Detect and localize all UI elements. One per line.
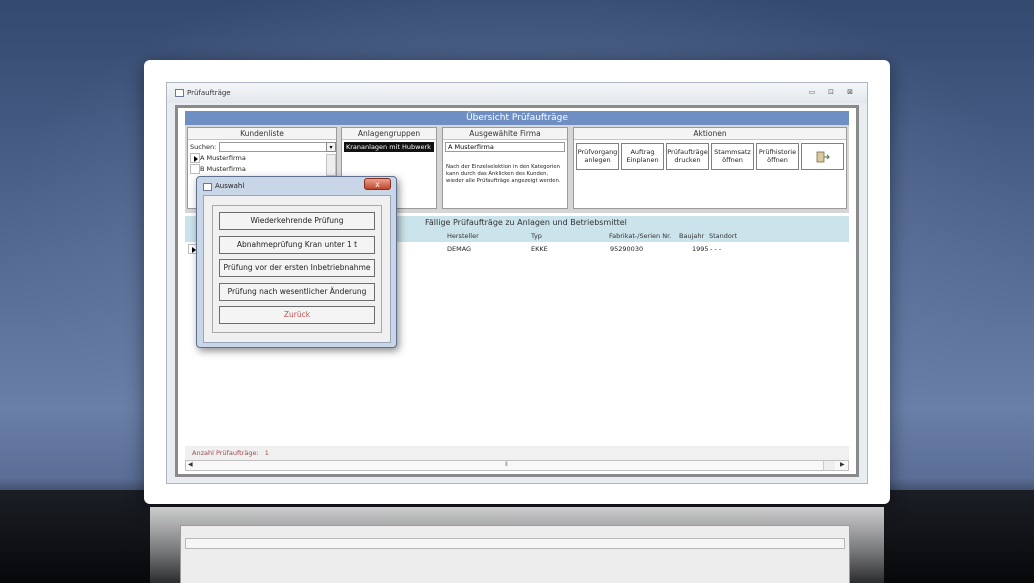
button-label: Prüfaufträge	[667, 148, 708, 156]
column-hersteller: Hersteller	[447, 232, 479, 240]
anlagengruppen-header: Anlagengruppen	[342, 128, 436, 140]
cell-baujahr: 1995	[692, 245, 709, 253]
list-item[interactable]: B Musterfirma	[200, 164, 330, 174]
pruefhistorie-oeffnen-button[interactable]: Prüfhistorie öffnen	[756, 143, 799, 170]
button-label: öffnen	[767, 156, 788, 164]
button-label: Stammsatz	[714, 148, 751, 156]
dialog-body: Wiederkehrende Prüfung Abnahmeprüfung Kr…	[203, 195, 391, 343]
aktionen-panel: Aktionen Prüfvorgang anlegen Auftrag Einpl…	[573, 127, 847, 209]
auswahl-dialog: Auswahl x Wiederkehrende Prüfung Abnahme…	[196, 176, 397, 348]
auftrag-einplanen-button[interactable]: Auftrag Einplanen	[621, 143, 664, 170]
horizontal-scrollbar[interactable]: ◀ ⦀ ▶	[185, 460, 849, 471]
record-pointer-icon	[194, 156, 198, 162]
cell-hersteller: DEMAG	[447, 245, 472, 253]
cell-typ: EKKE	[531, 245, 548, 253]
button-label: Einplanen	[626, 156, 659, 164]
restore-icon[interactable]: ⊡	[826, 88, 836, 96]
window-titlebar: Prüfaufträge ▭ ⊡ ⊠	[167, 83, 867, 103]
anlagengruppe-selected[interactable]: Krananlagen mit Hubwerk	[344, 142, 434, 152]
pruefung-nach-aenderung-button[interactable]: Prüfung nach wesentlicher Änderung	[219, 283, 375, 301]
scroll-right-icon[interactable]: ▶	[840, 461, 845, 468]
scroll-thumb-icon[interactable]: ⦀	[505, 461, 508, 469]
list-scrollbar[interactable]	[326, 154, 336, 176]
aktionen-header: Aktionen	[574, 128, 846, 140]
firma-hint: Nach der Einzelselektion in den Kategori…	[446, 164, 561, 184]
button-label: drucken	[674, 156, 701, 164]
dialog-form-icon	[203, 183, 212, 191]
kundenliste-header: Kundenliste	[188, 128, 336, 140]
reflection-window	[180, 525, 850, 583]
abnahmepruefung-button[interactable]: Abnahmeprüfung Kran unter 1 t	[219, 236, 375, 254]
form-icon	[175, 89, 184, 97]
search-label: Suchen:	[190, 143, 217, 151]
scroll-end-area	[823, 461, 835, 470]
scroll-left-icon[interactable]: ◀	[188, 461, 193, 468]
dialog-close-button[interactable]: x	[364, 178, 391, 190]
column-baujahr: Baujahr	[679, 232, 705, 240]
form-title: Übersicht Prüfaufträge	[185, 111, 849, 125]
search-input[interactable]	[219, 142, 329, 152]
button-label: Prüfvorgang	[577, 148, 618, 156]
wiederkehrende-pruefung-button[interactable]: Wiederkehrende Prüfung	[219, 212, 375, 230]
row-selector[interactable]	[190, 164, 200, 174]
list-item[interactable]: A Musterfirma	[200, 153, 330, 163]
cell-fabrikat: 95290030	[610, 245, 644, 253]
exit-door-button[interactable]	[801, 143, 844, 170]
pruefvorgang-anlegen-button[interactable]: Prüfvorgang anlegen	[576, 143, 619, 170]
ausgewaehlte-firma-header: Ausgewählte Firma	[443, 128, 567, 140]
row-selector[interactable]	[190, 153, 200, 163]
cell-standort: - - -	[710, 245, 722, 253]
footer-count: Anzahl Prüfaufträge: 1	[185, 446, 849, 460]
close-icon[interactable]: ⊠	[845, 88, 855, 96]
column-typ: Typ	[531, 232, 542, 240]
faellige-title: Fällige Prüfaufträge zu Anlagen und Betr…	[425, 218, 627, 227]
dialog-title: Auswahl	[215, 182, 245, 190]
reflection-scrollbar	[185, 538, 845, 549]
button-label: Auftrag	[630, 148, 655, 156]
column-fabrikat: Fabrikat-/Serien Nr.	[609, 232, 672, 240]
pruefauftraege-drucken-button[interactable]: Prüfaufträge drucken	[666, 143, 709, 170]
zurueck-button[interactable]: Zurück	[219, 306, 375, 324]
minimize-icon[interactable]: ▭	[807, 88, 817, 96]
dropdown-arrow-icon[interactable]: ▾	[326, 142, 336, 152]
stammsatz-oeffnen-button[interactable]: Stammsatz öffnen	[711, 143, 754, 170]
count-label: Anzahl Prüfaufträge:	[192, 449, 259, 457]
column-standort: Standort	[709, 232, 738, 240]
exit-door-icon	[816, 151, 830, 163]
screenshot-reflection	[150, 507, 884, 583]
firma-field[interactable]: A Musterfirma	[445, 142, 565, 152]
button-label: Prüfhistorie	[758, 148, 797, 156]
pruefung-vor-inbetriebnahme-button[interactable]: Prüfung vor der ersten Inbetriebnahme	[219, 259, 375, 277]
button-label: anlegen	[584, 156, 611, 164]
button-label: öffnen	[722, 156, 743, 164]
ausgewaehlte-firma-panel: Ausgewählte Firma A Musterfirma Nach der…	[442, 127, 568, 209]
count-value: 1	[264, 449, 269, 457]
window-title: Prüfaufträge	[187, 89, 231, 97]
